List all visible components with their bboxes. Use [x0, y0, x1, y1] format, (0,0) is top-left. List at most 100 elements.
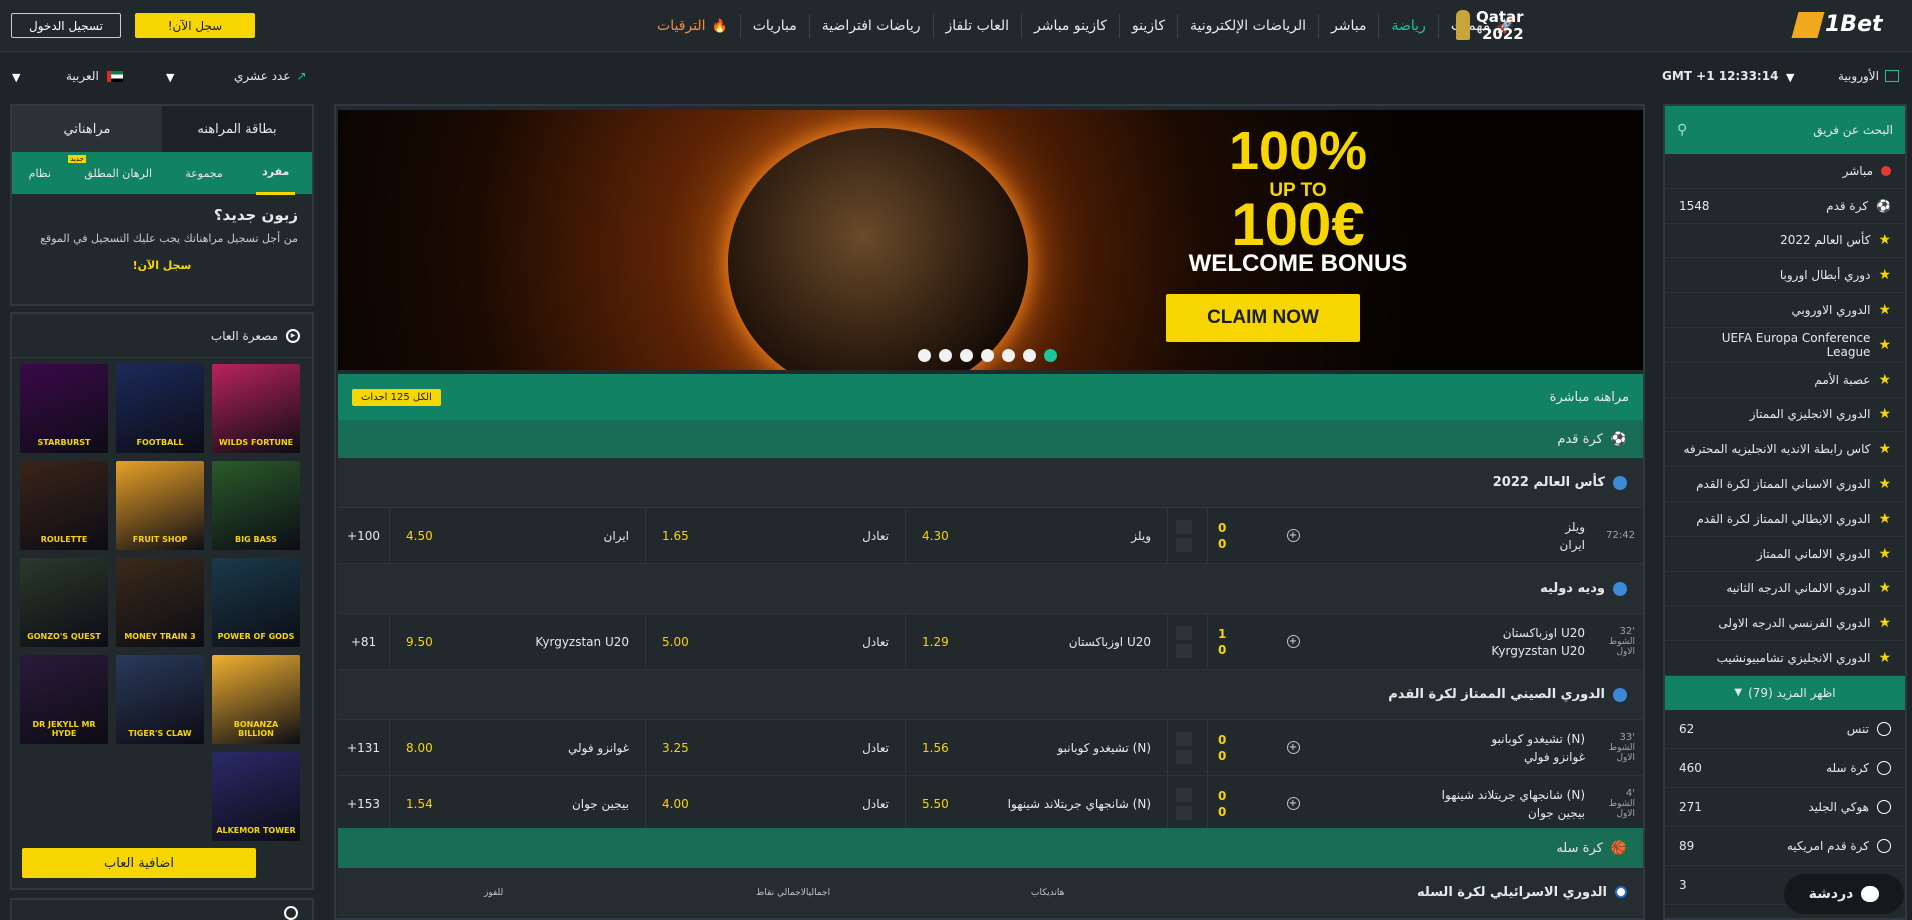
star-icon[interactable]: ★	[1878, 580, 1891, 596]
more-markets[interactable]: +153	[338, 776, 390, 831]
odd-home[interactable]: 5.50 شانجهاي جريتلاند شينهوا (N)	[906, 776, 1168, 831]
star-icon[interactable]: ★	[1878, 441, 1891, 457]
star-icon[interactable]: ★	[1878, 267, 1891, 283]
sport-header-basketball[interactable]: كرة سله 🏀	[338, 828, 1643, 868]
odd-away[interactable]: 9.50 Kyrgyzstan U20	[390, 614, 646, 669]
sidebar-item-sport[interactable]: تنس 62	[1665, 710, 1905, 749]
odd-draw[interactable]: 3.25 تعادل	[646, 720, 906, 775]
sidebar-league-item[interactable]: ★ الدوري الالماني الممتاز	[1665, 537, 1905, 572]
star-icon[interactable]: ★	[1878, 337, 1891, 353]
chevron-down-icon[interactable]: ▼	[1786, 71, 1794, 84]
sidebar-league-item[interactable]: ★ الدوري الايطالي الممتاز لكرة القدم	[1665, 502, 1905, 537]
sidebar-item-live[interactable]: مباشر	[1665, 154, 1905, 189]
game-tile[interactable]: ROULETTE	[20, 461, 108, 550]
game-tile[interactable]: MONEY TRAIN 3	[116, 558, 204, 647]
star-icon[interactable]: ★	[1878, 615, 1891, 631]
game-tile[interactable]: ALKEMOR TOWER	[212, 752, 300, 841]
show-more-button[interactable]: اظهر المزيد (79) ▼	[1665, 675, 1905, 710]
star-icon[interactable]: ★	[1878, 302, 1891, 318]
sidebar-league-item[interactable]: ★ عصبة الأمم	[1665, 363, 1905, 398]
carousel-dot[interactable]	[918, 349, 931, 362]
sidebar-league-item[interactable]: ★ دوري أبطال اوروبا	[1665, 258, 1905, 294]
nav-esports[interactable]: الرياضات الإلكترونية	[1176, 14, 1318, 38]
nav-virtual-sports[interactable]: رياضات افتراضية	[808, 14, 933, 38]
sidebar-league-item[interactable]: ★ الدوري الالماني الدرجه الثانيه	[1665, 572, 1905, 607]
carousel-dot[interactable]	[1023, 349, 1036, 362]
betslip-register-link[interactable]: سجل الآن!	[26, 259, 298, 272]
sidebar-league-item[interactable]: ★ كاس رابطة الانديه الانجليزيه المحترفه	[1665, 432, 1905, 468]
league-header[interactable]: وديه دوليه	[338, 564, 1643, 614]
star-icon[interactable]: ★	[1878, 406, 1891, 422]
chat-button[interactable]: دردشة	[1784, 874, 1904, 914]
promo-banner[interactable]: 100% UP TO 100€ WELCOME BONUS CLAIM NOW	[338, 110, 1643, 370]
odd-home[interactable]: 1.56 تشيغدو كوبانبو (N)	[906, 720, 1168, 775]
add-icon[interactable]: +	[1278, 720, 1308, 775]
teams[interactable]: اوزباكستان U20 Kyrgyzstan U20	[1308, 614, 1591, 669]
star-icon[interactable]: ★	[1878, 511, 1891, 527]
odd-draw[interactable]: 5.00 تعادل	[646, 614, 906, 669]
add-icon[interactable]: +	[1278, 776, 1308, 831]
subtab-system[interactable]: نظام	[29, 167, 51, 180]
register-button[interactable]: !سجل الآن	[135, 13, 255, 38]
game-tile[interactable]: GONZO'S QUEST	[20, 558, 108, 647]
sidebar-league-item[interactable]: ★ الدوري الاسباني الممتاز لكرة القدم	[1665, 467, 1905, 502]
subtab-single[interactable]: مفرد	[256, 151, 296, 195]
decimal-select[interactable]: عدد عشري ↗	[234, 69, 307, 83]
claim-now-button[interactable]: CLAIM NOW	[1166, 294, 1360, 342]
sidebar-league-item[interactable]: ★ الدوري الفرنسي الدرجه الاولى	[1665, 606, 1905, 642]
sidebar-league-item[interactable]: ★ الدوري الانجليزي الممتاز	[1665, 398, 1905, 433]
odd-draw[interactable]: 4.00 تعادل	[646, 776, 906, 831]
brand-logo[interactable]: 1Bet	[1791, 10, 1895, 40]
sidebar-item-football[interactable]: ⚽ كرة قدم 1548	[1665, 189, 1905, 224]
sidebar-league-item[interactable]: ★ UEFA Europa Conference League	[1665, 328, 1905, 363]
league-header[interactable]: الدوري الصيني الممتاز لكرة القدم	[338, 670, 1643, 720]
game-tile[interactable]: FRUIT SHOP	[116, 461, 204, 550]
nav-sports[interactable]: رياضة	[1378, 14, 1437, 38]
sidebar-league-item[interactable]: ★ الدوري الانجليزي تشامبيونشيب	[1665, 641, 1905, 676]
odd-away[interactable]: 1.54 بيجين جوان	[390, 776, 646, 831]
sidebar-item-sport[interactable]: هوكي الجليد 271	[1665, 788, 1905, 827]
carousel-dot[interactable]	[960, 349, 973, 362]
chevron-down-icon[interactable]: ▼	[166, 71, 174, 84]
tab-my-bets[interactable]: مراهناتي	[12, 106, 162, 152]
nav-live[interactable]: مباشر	[1318, 14, 1378, 38]
game-tile[interactable]: POWER OF GODS	[212, 558, 300, 647]
nav-promotions[interactable]: 🔥 الترقيات	[645, 14, 740, 38]
chevron-down-icon[interactable]: ▼	[12, 71, 20, 84]
star-icon[interactable]: ★	[1878, 650, 1891, 666]
more-markets[interactable]: +81	[338, 614, 390, 669]
carousel-dot[interactable]	[1044, 349, 1057, 362]
all-events-badge[interactable]: الكل 125 احداث	[352, 388, 441, 406]
carousel-dot[interactable]	[981, 349, 994, 362]
odd-draw[interactable]: 1.65 تعادل	[646, 508, 906, 563]
login-button[interactable]: تسجيل الدخول	[11, 13, 121, 38]
more-games-button[interactable]: اضافية العاب	[22, 848, 256, 878]
game-tile[interactable]: WILDS FORTUNE	[212, 364, 300, 453]
language-select[interactable]: العربية	[66, 69, 123, 83]
subtab-multi[interactable]: مجموعة	[185, 167, 223, 180]
sidebar-item-sport[interactable]: كرة سله 460	[1665, 749, 1905, 788]
sidebar-league-item[interactable]: ★ كأس العالم 2022	[1665, 224, 1905, 259]
sidebar-league-item[interactable]: ★ الدوري الاوروبي	[1665, 293, 1905, 328]
odd-away[interactable]: 4.50 ايران	[390, 508, 646, 563]
subtab-advancebet[interactable]: الرهان المطلق جديد	[68, 154, 152, 180]
star-icon[interactable]: ★	[1878, 546, 1891, 562]
nav-live-casino[interactable]: كازينو مباشر	[1020, 14, 1119, 38]
carousel-dot[interactable]	[939, 349, 952, 362]
game-tile[interactable]: STARBURST	[20, 364, 108, 453]
odds-format-select[interactable]: الأوروبية	[1838, 69, 1899, 83]
game-tile[interactable]: FOOTBALL	[116, 364, 204, 453]
nav-matches[interactable]: مباريات	[739, 14, 809, 38]
team-search[interactable]: ⚲ البحث عن فريق	[1665, 106, 1905, 154]
game-tile[interactable]: BIG BASS	[212, 461, 300, 550]
game-tile[interactable]: DR JEKYLL MR HYDE	[20, 655, 108, 744]
game-tile[interactable]: TIGER'S CLAW	[116, 655, 204, 744]
add-icon[interactable]: +	[1278, 614, 1308, 669]
teams[interactable]: شانجهاي جريتلاند شينهوا (N) بيجين جوان	[1308, 776, 1591, 831]
more-markets[interactable]: +131	[338, 720, 390, 775]
sidebar-item-sport[interactable]: كرة قدم امريكيه 89	[1665, 827, 1905, 866]
carousel-dot[interactable]	[1002, 349, 1015, 362]
tab-betslip[interactable]: بطاقة المراهنه	[162, 106, 312, 152]
odd-away[interactable]: 8.00 غوانزو فولي	[390, 720, 646, 775]
teams[interactable]: ويلز ايران	[1308, 508, 1591, 563]
